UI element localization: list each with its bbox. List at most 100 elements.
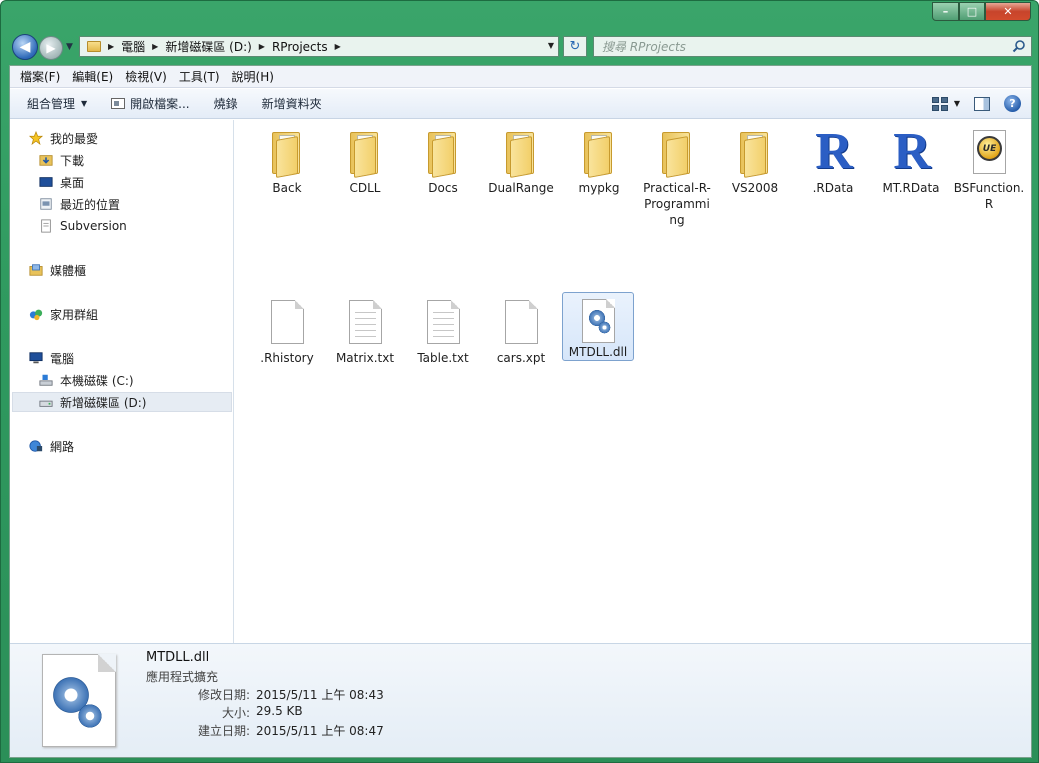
change-view-button[interactable]: ▼ [931,96,960,111]
file-list: Back CDLL Docs DualRange mypkg Practical… [235,120,1031,643]
details-modified-label: 修改日期: [197,688,250,702]
file-rdata[interactable]: R .RData [797,124,869,196]
nav-drive-d[interactable]: 新增磁碟區 (D:) [12,392,232,412]
search-box[interactable]: 搜尋 RProjects [593,36,1032,57]
nav-downloads[interactable]: 下載 [38,150,84,170]
details-pane: MTDLL.dll 應用程式擴充 修改日期: 2015/5/11 上午 08:4… [10,643,1031,757]
nav-recent[interactable]: 最近的位置 [38,194,120,214]
nav-network[interactable]: 網路 [28,436,74,456]
file-name: BSFunction.R [953,181,1025,211]
details-file-type: 應用程式擴充 [146,670,219,684]
file-name: Practical-R-Programming [643,181,711,227]
maximize-button[interactable]: □ [959,2,985,21]
menu-bar: 檔案(F) 編輯(E) 檢視(V) 工具(T) 說明(H) [10,66,1031,88]
navigation-pane: 我的最愛 下載 桌面 最近的位置 Subversion 媒體櫃 家用群組 電腦 … [10,120,234,643]
subversion-icon [41,219,51,233]
nav-subversion-label: Subversion [60,219,127,233]
folder-icon [87,41,101,52]
nav-recent-label: 最近的位置 [60,197,121,212]
chevron-right-icon[interactable]: ▶ [152,42,158,51]
file-name: .Rhistory [260,351,314,365]
folder-dualrange[interactable]: DualRange [485,124,557,196]
menu-help[interactable]: 說明(H) [226,68,280,85]
file-name: MT.RData [882,181,940,195]
folder-practical-r[interactable]: Practical-R-Programming [641,124,713,228]
breadcrumb-rprojects[interactable]: RProjects [272,40,328,54]
folder-mypkg[interactable]: mypkg [563,124,635,196]
folder-back[interactable]: Back [251,124,323,196]
folder-icon [575,128,623,178]
open-file-button[interactable]: 開啟檔案... [99,95,201,112]
ultraedit-file-icon: UE [965,128,1013,176]
menu-view[interactable]: 檢視(V) [119,68,173,85]
menu-edit[interactable]: 編輯(E) [66,68,119,85]
file-mt-rdata[interactable]: R MT.RData [875,124,947,196]
organize-button[interactable]: 組合管理 ▼ [10,95,99,112]
back-button[interactable]: ◀ [12,34,38,60]
text-file-icon [419,298,467,346]
folder-cdll[interactable]: CDLL [329,124,401,196]
burn-button[interactable]: 燒錄 [202,95,250,112]
details-created-value: 2015/5/11 上午 08:47 [256,724,384,738]
chevron-right-icon[interactable]: ▶ [108,42,114,51]
file-table-txt[interactable]: Table.txt [407,294,479,366]
file-mtdll-dll[interactable]: MTDLL.dll [562,292,634,361]
close-button[interactable]: ✕ [985,2,1031,21]
file-name: DualRange [488,181,554,195]
nav-computer[interactable]: 電腦 [28,348,74,368]
search-icon[interactable] [1012,39,1026,53]
network-icon [29,440,43,452]
file-rhistory[interactable]: .Rhistory [251,294,323,366]
drive-icon [39,400,53,407]
star-icon [28,131,44,145]
view-grid-icon [931,96,948,111]
burn-label: 燒錄 [213,97,238,111]
file-bsfunction-r[interactable]: UE BSFunction.R [953,124,1025,212]
breadcrumb-drive-d[interactable]: 新增磁碟區 (D:) [165,38,251,55]
homegroup-icon [29,309,43,321]
text-file-icon [341,298,389,346]
preview-pane-icon[interactable] [974,96,990,111]
nav-subversion[interactable]: Subversion [38,216,127,236]
menu-tools[interactable]: 工具(T) [173,68,226,85]
recent-pages-dropdown[interactable]: ▼ [66,42,73,52]
folder-vs2008[interactable]: VS2008 [719,124,791,196]
nav-libraries[interactable]: 媒體櫃 [28,260,86,280]
file-cars-xpt[interactable]: cars.xpt [485,294,557,366]
menu-file[interactable]: 檔案(F) [10,68,66,85]
system-drive-icon [39,374,53,386]
chevron-right-icon[interactable]: ▶ [259,42,265,51]
refresh-button[interactable]: ↻ [563,36,587,57]
address-dropdown-icon[interactable]: ▼ [548,41,554,50]
breadcrumb-computer[interactable]: 電腦 [121,38,145,55]
downloads-folder-icon [39,155,53,166]
nav-homegroup[interactable]: 家用群組 [28,304,98,324]
search-input[interactable]: 搜尋 RProjects [602,38,686,55]
new-folder-button[interactable]: 新增資料夾 [250,95,334,112]
nav-computer-label: 電腦 [50,351,75,366]
file-name: cars.xpt [496,351,546,365]
file-name: Docs [428,181,458,195]
folder-icon [731,128,779,178]
r-icon: R [815,123,853,180]
document-icon [497,298,545,346]
nav-network-label: 網路 [50,439,75,454]
folder-docs[interactable]: Docs [407,124,479,196]
nav-drive-c[interactable]: 本機磁碟 (C:) [38,370,134,390]
file-matrix-txt[interactable]: Matrix.txt [329,294,401,366]
details-modified-value: 2015/5/11 上午 08:43 [256,688,384,702]
nav-desktop-label: 桌面 [60,175,85,190]
chevron-down-icon: ▼ [953,99,960,108]
nav-desktop[interactable]: 桌面 [38,172,84,192]
forward-button[interactable]: ▶ [39,36,63,60]
computer-icon [29,352,43,364]
toolbar-right: ▼ ? [931,95,1021,112]
dll-gear-icon [42,654,116,747]
file-name: MTDLL.dll [568,345,628,359]
nav-favorites[interactable]: 我的最愛 [28,128,98,148]
new-folder-label: 新增資料夾 [261,97,322,111]
chevron-right-icon[interactable]: ▶ [335,42,341,51]
address-bar[interactable]: ▶ 電腦 ▶ 新增磁碟區 (D:) ▶ RProjects ▶ ▼ [79,36,559,57]
help-icon[interactable]: ? [1004,95,1021,112]
minimize-button[interactable]: – [932,2,959,21]
